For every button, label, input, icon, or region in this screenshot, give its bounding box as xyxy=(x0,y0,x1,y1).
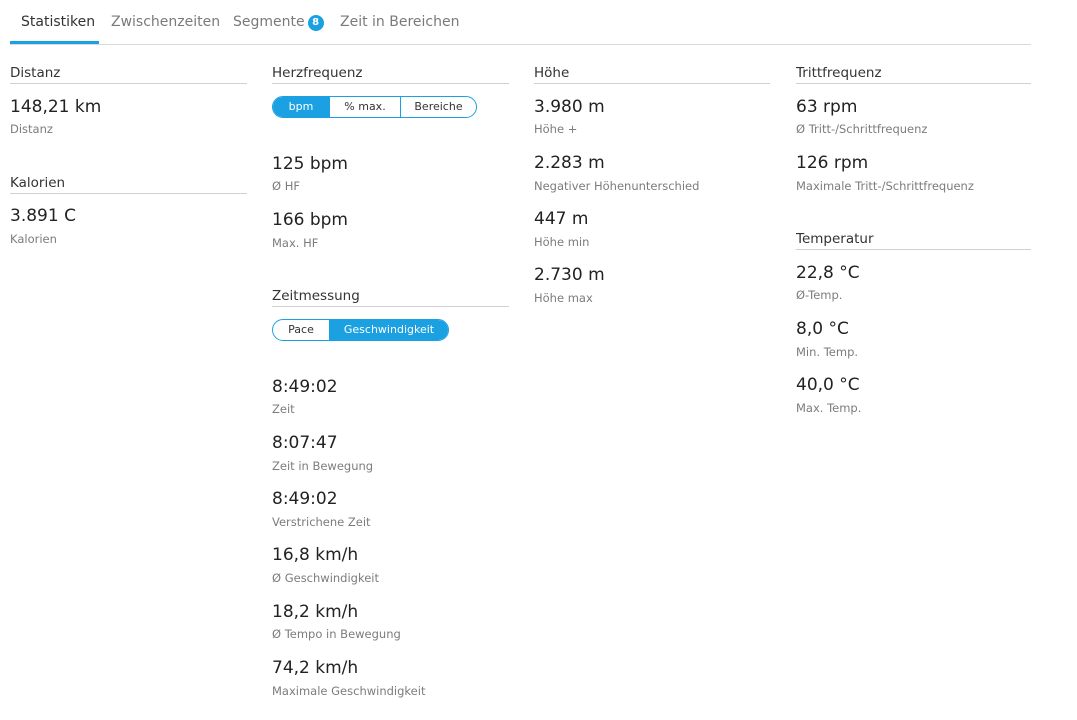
stat-value-min-temp: 8,0 °C xyxy=(796,319,849,339)
hf-unit-toggle: bpm % max. Bereiche xyxy=(272,96,477,118)
stat-label-distanz: Distanz xyxy=(10,122,53,136)
stat-label-zeit-in-bewegung: Zeit in Bewegung xyxy=(272,459,374,473)
stat-value-max-temp: 40,0 °C xyxy=(796,375,860,395)
stat-value-hoehe-min: 447 m xyxy=(534,209,589,229)
tab-zwischenzeiten[interactable]: Zwischenzeiten xyxy=(111,14,220,30)
stat-value-verstrichene-zeit: 8:49:02 xyxy=(272,489,338,509)
stat-label-hoehe-max: Höhe max xyxy=(534,291,593,305)
stat-label-avg-geschwindigkeit: Ø Geschwindigkeit xyxy=(272,571,380,585)
stat-label-max-hf: Max. HF xyxy=(272,236,319,250)
stat-label-avg-trittfrequenz: Ø Tritt-/Schrittfrequenz xyxy=(796,122,928,136)
stat-value-negativer-hoehenunterschied: 2.283 m xyxy=(534,153,605,173)
tab-statistiken[interactable]: Statistiken xyxy=(21,14,95,30)
stat-label-avg-temp: Ø-Temp. xyxy=(796,288,843,302)
stat-value-max-hf: 166 bpm xyxy=(272,210,348,230)
toggle-geschwindigkeit[interactable]: Geschwindigkeit xyxy=(329,320,448,340)
stat-label-min-temp: Min. Temp. xyxy=(796,345,859,359)
active-tab-indicator xyxy=(10,41,99,44)
stat-label-kalorien: Kalorien xyxy=(10,232,57,246)
stat-label-max-temp: Max. Temp. xyxy=(796,401,862,415)
stat-label-max-trittfrequenz: Maximale Tritt-/Schrittfrequenz xyxy=(796,179,974,193)
toggle-bereiche[interactable]: Bereiche xyxy=(400,97,476,117)
stat-value-kalorien: 3.891 C xyxy=(10,206,76,226)
stat-value-max-geschwindigkeit: 74,2 km/h xyxy=(272,658,359,678)
stat-value-avg-temp: 22,8 °C xyxy=(796,263,860,283)
section-title-kalorien: Kalorien xyxy=(10,175,247,194)
stat-label-hoehe-plus: Höhe + xyxy=(534,122,578,136)
stat-label-verstrichene-zeit: Verstrichene Zeit xyxy=(272,515,371,529)
section-title-temperatur: Temperatur xyxy=(796,231,1031,250)
stat-value-zeit: 8:49:02 xyxy=(272,377,338,397)
section-title-zeitmessung: Zeitmessung xyxy=(272,288,509,307)
toggle-percent-max[interactable]: % max. xyxy=(329,97,400,117)
section-title-hoehe: Höhe xyxy=(534,65,770,84)
tab-bar: Statistiken Zwischenzeiten Segmente 8 Zei… xyxy=(10,0,1031,45)
stat-value-avg-tempo-bewegung: 18,2 km/h xyxy=(272,602,359,622)
stat-label-avg-hf: Ø HF xyxy=(272,179,300,193)
stat-label-zeit: Zeit xyxy=(272,402,295,416)
stat-value-hoehe-max: 2.730 m xyxy=(534,265,605,285)
tab-segmente[interactable]: Segmente 8 xyxy=(233,14,324,31)
stat-value-avg-hf: 125 bpm xyxy=(272,154,348,174)
stat-value-zeit-in-bewegung: 8:07:47 xyxy=(272,433,338,453)
section-title-distanz: Distanz xyxy=(10,65,247,84)
stat-value-hoehe-plus: 3.980 m xyxy=(534,97,605,117)
stat-label-negativer-hoehenunterschied: Negativer Höhenunterschied xyxy=(534,179,700,193)
section-title-trittfrequenz: Trittfrequenz xyxy=(796,65,1031,84)
stat-value-avg-geschwindigkeit: 16,8 km/h xyxy=(272,545,359,565)
stat-value-avg-trittfrequenz: 63 rpm xyxy=(796,97,858,117)
section-title-herzfrequenz: Herzfrequenz xyxy=(272,65,509,84)
toggle-bpm[interactable]: bpm xyxy=(273,97,329,117)
stat-label-hoehe-min: Höhe min xyxy=(534,235,590,249)
zeitmessung-mode-toggle: Pace Geschwindigkeit xyxy=(272,319,449,341)
stat-value-max-trittfrequenz: 126 rpm xyxy=(796,153,869,173)
toggle-pace[interactable]: Pace xyxy=(273,320,329,340)
stat-value-distanz: 148,21 km xyxy=(10,97,102,117)
tab-segmente-label: Segmente xyxy=(233,14,305,30)
stat-label-avg-tempo-bewegung: Ø Tempo in Bewegung xyxy=(272,627,401,641)
stat-label-max-geschwindigkeit: Maximale Geschwindigkeit xyxy=(272,684,426,698)
segmente-count-badge: 8 xyxy=(307,15,324,31)
tab-zeit-in-bereichen[interactable]: Zeit in Bereichen xyxy=(340,14,459,30)
